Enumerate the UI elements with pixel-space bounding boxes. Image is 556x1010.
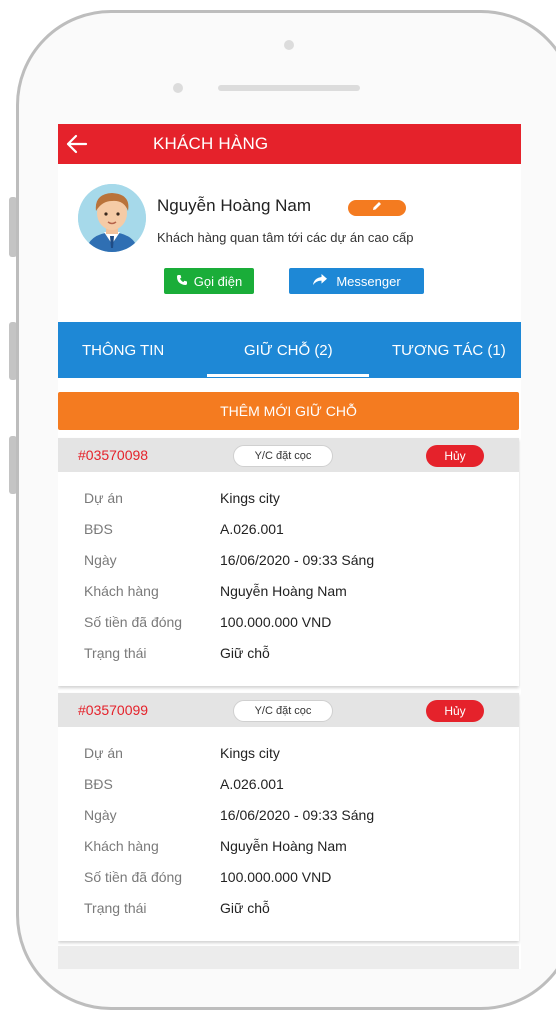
add-reservation-button[interactable]: THÊM MỚI GIỮ CHỖ bbox=[58, 392, 519, 430]
field-value: Giữ chỗ bbox=[220, 645, 270, 661]
field-label: Ngày bbox=[84, 807, 117, 823]
messenger-button[interactable]: Messenger bbox=[289, 268, 424, 294]
field-label: BĐS bbox=[84, 776, 113, 792]
reservation-card-header: #03570099 Y/C đặt cọc Hủy bbox=[58, 693, 519, 727]
reservation-code[interactable]: #03570099 bbox=[78, 702, 148, 718]
avatar bbox=[78, 184, 146, 252]
reservation-card: #03570099 Y/C đặt cọc Hủy Dự án Kings ci… bbox=[58, 693, 519, 941]
arrow-left-icon[interactable] bbox=[66, 134, 88, 154]
reservation-card: #03570098 Y/C đặt cọc Hủy Dự án Kings ci… bbox=[58, 438, 519, 686]
app-screen: KHÁCH HÀNG Nguyễn Hoàng Nam Khách hàng q… bbox=[58, 124, 521, 969]
field-value: 16/06/2020 - 09:33 Sáng bbox=[220, 807, 375, 823]
customer-name: Nguyễn Hoàng Nam bbox=[157, 196, 312, 215]
field-value: 100.000.000 VND bbox=[220, 869, 332, 885]
app-bar: KHÁCH HÀNG bbox=[58, 124, 521, 164]
field-label: Trạng thái bbox=[84, 900, 147, 916]
deposit-request-button[interactable]: Y/C đặt cọc bbox=[233, 445, 333, 467]
edit-button[interactable] bbox=[348, 200, 406, 216]
customer-profile: Nguyễn Hoàng Nam Khách hàng quan tâm tới… bbox=[58, 164, 521, 322]
field-value: 100.000.000 VND bbox=[220, 614, 332, 630]
tab-reservations[interactable]: GIỮ CHỖ (2) bbox=[244, 342, 333, 359]
field-label: Số tiền đã đóng bbox=[84, 614, 183, 630]
proximity-sensor bbox=[173, 83, 183, 93]
page-title: KHÁCH HÀNG bbox=[153, 134, 269, 153]
field-label: Ngày bbox=[84, 552, 117, 568]
front-camera bbox=[284, 40, 294, 50]
phone-icon bbox=[176, 274, 188, 289]
call-button[interactable]: Gọi điện bbox=[164, 268, 254, 294]
reservation-code[interactable]: #03570098 bbox=[78, 447, 148, 463]
earpiece-speaker bbox=[218, 85, 360, 91]
field-value: Kings city bbox=[220, 490, 280, 506]
tab-bar: THÔNG TIN GIỮ CHỖ (2) TƯƠNG TÁC (1) bbox=[58, 322, 521, 378]
field-label: BĐS bbox=[84, 521, 113, 537]
deposit-request-button[interactable]: Y/C đặt cọc bbox=[233, 700, 333, 722]
tab-info[interactable]: THÔNG TIN bbox=[82, 342, 164, 359]
active-tab-indicator bbox=[207, 374, 369, 377]
messenger-button-label: Messenger bbox=[336, 273, 401, 289]
call-button-label: Gọi điện bbox=[193, 273, 243, 289]
field-label: Dự án bbox=[84, 490, 123, 506]
field-value: A.026.001 bbox=[220, 521, 284, 537]
field-label: Khách hàng bbox=[84, 583, 159, 599]
field-value: Giữ chỗ bbox=[220, 900, 270, 916]
field-label: Trạng thái bbox=[84, 645, 147, 661]
field-value: Kings city bbox=[220, 745, 280, 761]
tab-interactions[interactable]: TƯƠNG TÁC (1) bbox=[392, 342, 506, 359]
pencil-icon bbox=[371, 199, 383, 217]
next-reservation-card-peek bbox=[58, 946, 519, 969]
field-value: Nguyễn Hoàng Nam bbox=[220, 838, 347, 854]
field-label: Dự án bbox=[84, 745, 123, 761]
share-arrow-icon bbox=[312, 273, 328, 289]
field-value: 16/06/2020 - 09:33 Sáng bbox=[220, 552, 375, 568]
field-value: Nguyễn Hoàng Nam bbox=[220, 583, 347, 599]
field-value: A.026.001 bbox=[220, 776, 284, 792]
cancel-button[interactable]: Hủy bbox=[426, 445, 484, 467]
reservation-card-header: #03570098 Y/C đặt cọc Hủy bbox=[58, 438, 519, 472]
field-label: Khách hàng bbox=[84, 838, 159, 854]
cancel-button[interactable]: Hủy bbox=[426, 700, 484, 722]
field-label: Số tiền đã đóng bbox=[84, 869, 183, 885]
customer-description: Khách hàng quan tâm tới các dự án cao cấ… bbox=[157, 230, 414, 245]
